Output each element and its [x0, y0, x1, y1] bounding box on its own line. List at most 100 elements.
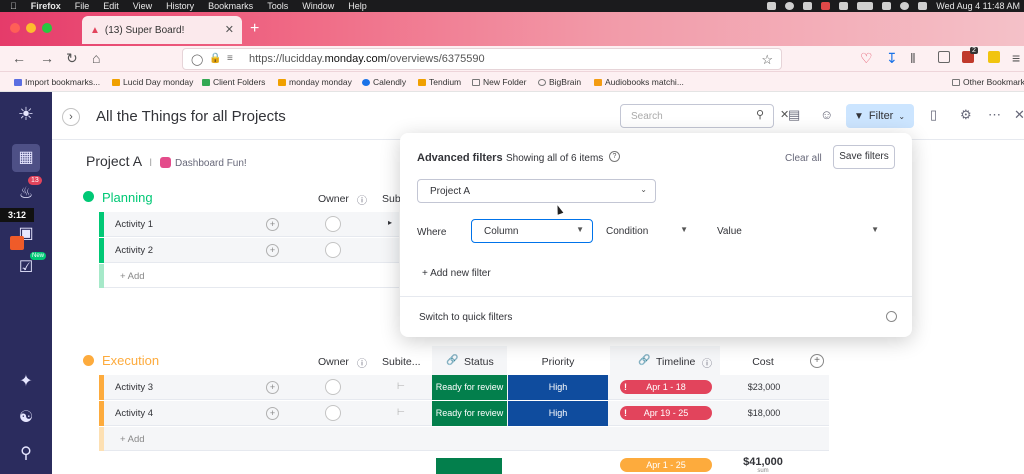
- reload-icon[interactable]: ↻: [66, 50, 78, 67]
- item-name[interactable]: Activity 4: [115, 408, 153, 419]
- column-status-header[interactable]: 🔗 Status: [432, 346, 507, 375]
- info-icon[interactable]: ⓘ: [357, 192, 367, 207]
- menu-firefox[interactable]: Firefox: [31, 1, 61, 11]
- add-update-icon[interactable]: +: [266, 407, 279, 420]
- bookmark-monday[interactable]: monday monday: [278, 77, 352, 87]
- collapse-chevron-icon[interactable]: ›: [62, 108, 80, 126]
- window-close-button[interactable]: [10, 23, 20, 33]
- status-app-icon-2[interactable]: [803, 2, 813, 10]
- timeline-summary-pill[interactable]: Apr 1 - 25: [620, 458, 712, 472]
- timeline-pill[interactable]: ! Apr 19 - 25: [620, 406, 712, 420]
- bookmark-lucid-day[interactable]: Lucid Day monday: [112, 77, 193, 87]
- gear-status-icon[interactable]: [785, 2, 795, 10]
- feedback-icon[interactable]: [886, 311, 897, 322]
- dashboard-icon[interactable]: [160, 156, 172, 168]
- add-new-filter-button[interactable]: + Add new filter: [422, 268, 491, 279]
- priority-cell[interactable]: High: [508, 401, 608, 426]
- add-update-icon[interactable]: +: [266, 381, 279, 394]
- menu-tools[interactable]: Tools: [267, 1, 288, 11]
- bookmark-audiobooks[interactable]: Audiobooks matchi...: [594, 77, 684, 87]
- board-search-input[interactable]: Search: [620, 104, 774, 128]
- more-dots-icon[interactable]: ⋯: [988, 107, 1001, 123]
- menu-hamburger-icon[interactable]: ≡: [1012, 50, 1020, 66]
- lock-icon[interactable]: 🔒: [209, 53, 221, 64]
- dashboard-link[interactable]: Dashboard Fun!: [175, 158, 247, 169]
- grid-workspace-icon[interactable]: ▦: [12, 144, 40, 172]
- board-select-dropdown[interactable]: Project A ⌄: [417, 179, 656, 203]
- add-column-icon[interactable]: +: [810, 354, 824, 368]
- permissions-icon[interactable]: ≡: [227, 53, 233, 64]
- settings-gear-icon[interactable]: ⚙: [960, 107, 972, 123]
- value-select-dropdown[interactable]: Value ▼: [704, 219, 888, 243]
- search-magnifier-icon[interactable]: ⚲: [756, 108, 764, 121]
- status-app-icon[interactable]: [767, 2, 777, 10]
- bookmark-bigbrain[interactable]: BigBrain: [538, 77, 581, 87]
- panel-toggle-icon[interactable]: ▯: [930, 107, 937, 123]
- menu-help[interactable]: Help: [348, 1, 367, 11]
- group-collapse-icon[interactable]: [83, 191, 94, 202]
- column-owner[interactable]: Owner: [318, 356, 349, 368]
- browser-tab[interactable]: ▲ (13) Super Board! ✕: [82, 16, 242, 44]
- menu-bookmarks[interactable]: Bookmarks: [208, 1, 253, 11]
- menu-window[interactable]: Window: [302, 1, 334, 11]
- status-cell[interactable]: Ready for review: [432, 375, 507, 400]
- table-row[interactable]: Activity 4 + ⊢ Ready for review High ! A…: [99, 401, 829, 426]
- condition-select-dropdown[interactable]: Condition ▼: [593, 219, 697, 243]
- column-timeline-header[interactable]: 🔗 Timeline ⓘ: [610, 346, 720, 375]
- record-stop-icon[interactable]: [10, 236, 24, 250]
- status-summary-bar[interactable]: [436, 458, 502, 474]
- pocket-icon[interactable]: ♡: [860, 50, 873, 67]
- project-name[interactable]: Project A: [86, 153, 141, 169]
- bookmark-tendium[interactable]: Tendium: [418, 77, 461, 87]
- apple-menu-icon[interactable]: : [10, 1, 17, 11]
- new-tab-button[interactable]: +: [250, 20, 259, 38]
- cost-cell[interactable]: $23,000: [723, 375, 805, 400]
- spotlight-search-icon[interactable]: [900, 2, 910, 10]
- invite-user-icon[interactable]: ☯: [16, 408, 36, 428]
- window-minimize-button[interactable]: [26, 23, 36, 33]
- table-row[interactable]: Activity 2 +: [99, 238, 399, 263]
- group-collapse-icon[interactable]: [83, 355, 94, 366]
- item-name[interactable]: Activity 2: [115, 245, 153, 256]
- person-filter-icon[interactable]: ☺: [820, 107, 833, 122]
- table-row[interactable]: Activity 3 + ⊢ Ready for review High ! A…: [99, 375, 829, 400]
- back-arrow-icon[interactable]: ←: [12, 50, 26, 66]
- sidebar-toggle-icon[interactable]: [938, 51, 950, 63]
- url-bar[interactable]: ◯ 🔒 ≡ https://lucidday. monday.com /over…: [182, 48, 782, 70]
- volume-icon[interactable]: [839, 2, 849, 10]
- forward-arrow-icon[interactable]: →: [40, 50, 54, 66]
- menu-history[interactable]: History: [166, 1, 194, 11]
- add-item-label[interactable]: + Add: [120, 271, 145, 282]
- subitems-icon[interactable]: ⊢: [397, 407, 405, 418]
- add-item-row[interactable]: + Add: [99, 264, 399, 288]
- bookmark-star-icon[interactable]: ☆: [761, 52, 773, 68]
- owner-avatar-icon[interactable]: [325, 379, 341, 395]
- puzzle-apps-icon[interactable]: ✦: [16, 372, 36, 392]
- my-work-icon[interactable]: ☑: [16, 258, 36, 278]
- add-update-icon[interactable]: +: [266, 244, 279, 257]
- library-icon[interactable]: ‖: [910, 50, 916, 66]
- column-select-dropdown[interactable]: Column ▼: [471, 219, 593, 243]
- subitems-icon[interactable]: ⊢: [397, 381, 405, 392]
- board-title[interactable]: All the Things for all Projects: [96, 108, 286, 125]
- owner-avatar-icon[interactable]: [325, 242, 341, 258]
- item-name[interactable]: Activity 1: [115, 219, 153, 230]
- help-icon[interactable]: ?: [609, 151, 620, 162]
- shield-icon[interactable]: ◯: [191, 53, 203, 66]
- bookmark-new-folder[interactable]: New Folder: [472, 77, 526, 87]
- table-row[interactable]: Activity 1 + ▸: [99, 212, 399, 237]
- column-cost[interactable]: Cost: [722, 356, 804, 368]
- wifi-icon[interactable]: [882, 2, 892, 10]
- downloads-icon[interactable]: ↧: [886, 50, 898, 67]
- control-center-icon[interactable]: [918, 2, 928, 10]
- bell-icon[interactable]: ♨: [16, 184, 36, 204]
- switch-to-quick-filters-button[interactable]: Switch to quick filters: [419, 312, 512, 323]
- bookmark-calendly[interactable]: Calendly: [362, 77, 406, 87]
- status-cell[interactable]: Ready for review: [432, 401, 507, 426]
- column-priority[interactable]: Priority: [508, 356, 608, 368]
- column-subitems[interactable]: Subite...: [382, 356, 421, 368]
- extension-icon-2[interactable]: [988, 51, 1000, 63]
- menu-edit[interactable]: Edit: [103, 1, 119, 11]
- info-icon[interactable]: ⓘ: [702, 355, 712, 370]
- group-title-execution[interactable]: Execution: [102, 353, 159, 368]
